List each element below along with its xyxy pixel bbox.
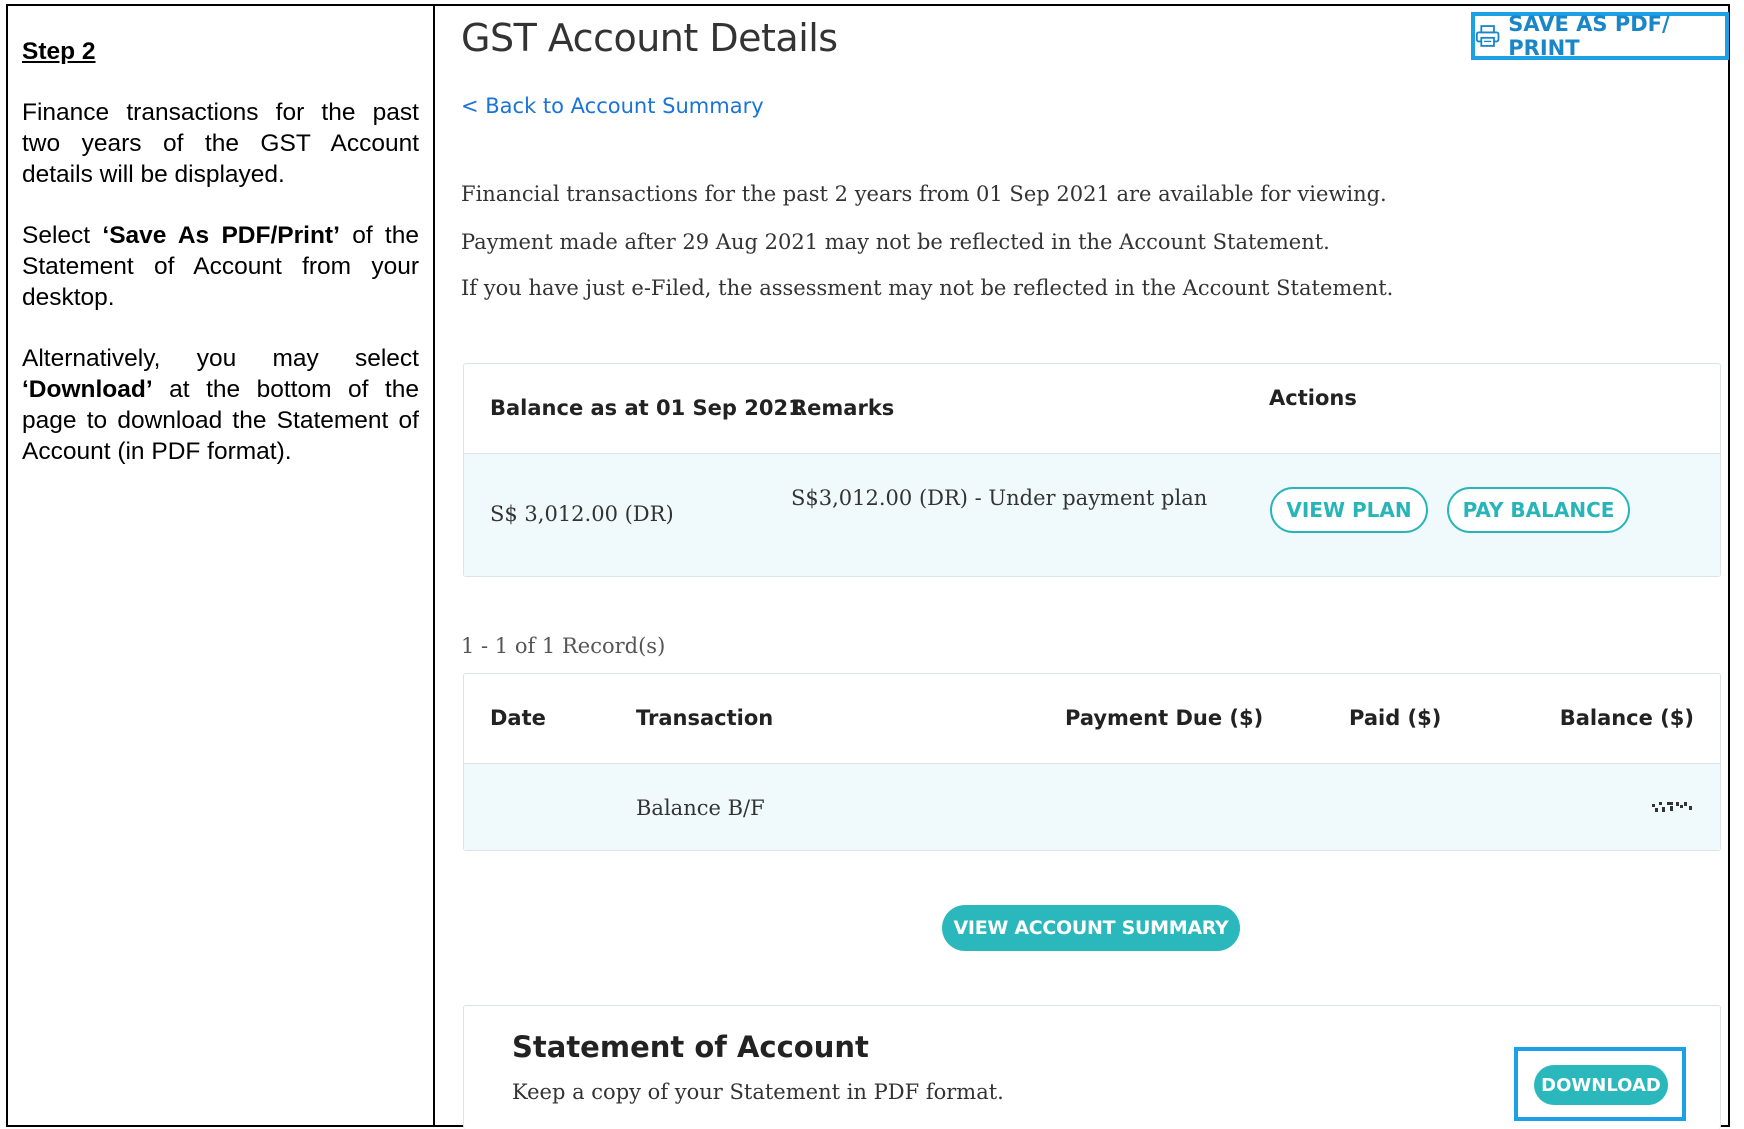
paid-column-header: Paid ($) [1349,706,1442,730]
balance-value: S$ 3,012.00 (DR) [490,502,674,526]
back-to-account-summary-link[interactable]: < Back to Account Summary [461,94,764,118]
download-button[interactable]: DOWNLOAD [1534,1065,1668,1105]
date-column-header: Date [490,706,546,730]
view-plan-button[interactable]: VIEW PLAN [1270,487,1428,533]
balance-column-header: Balance ($) [1559,706,1694,730]
info-line-3: If you have just e-Filed, the assessment… [461,276,1394,300]
instruction-paragraph-2: Select ‘Save As PDF/Print’ of the Statem… [22,220,419,313]
table-row: Balance B/F [464,764,1720,850]
step-heading: Step 2 [22,38,96,65]
remarks-column-header: Remarks [791,396,895,420]
instruction-text: Alternatively, you may select [22,345,419,372]
balance-amount-glyph [1652,802,1692,812]
info-line-1: Financial transactions for the past 2 ye… [461,182,1387,206]
balance-table-header: Balance as at 01 Sep 2021 Remarks Action… [464,364,1720,454]
transaction-column-header: Transaction [636,706,774,730]
statement-subtitle: Keep a copy of your Statement in PDF for… [512,1080,1004,1104]
instruction-paragraph-1: Finance transactions for the past two ye… [22,99,419,188]
screenshot-panel: GST Account Details SAVE AS PDF/ PRINT <… [435,6,1729,1129]
balance-card: Balance as at 01 Sep 2021 Remarks Action… [463,363,1721,577]
row-transaction: Balance B/F [636,796,765,820]
balance-table-row: S$ 3,012.00 (DR) S$3,012.00 (DR) - Under… [464,454,1720,576]
balance-column-header: Balance as at 01 Sep 2021 [490,396,803,420]
record-count: 1 - 1 of 1 Record(s) [461,634,666,658]
document-frame: Step 2 Finance transactions for the past… [6,4,1730,1129]
transactions-header: Date Transaction Payment Due ($) Paid ($… [464,674,1720,764]
view-account-summary-button[interactable]: VIEW ACCOUNT SUMMARY [942,905,1240,951]
save-as-pdf-label: SAVE AS PDF/ PRINT [1508,12,1670,60]
payment-due-column-header: Payment Due ($) [1065,706,1264,730]
actions-column-header: Actions [1269,386,1357,410]
instruction-column: Step 2 Finance transactions for the past… [22,36,419,497]
instruction-text: Select [22,222,103,249]
instruction-emphasis: ‘Download’ [22,376,153,403]
printer-icon [1475,25,1500,47]
info-line-2: Payment made after 29 Aug 2021 may not b… [461,230,1330,254]
instruction-emphasis: ‘Save As PDF/Print’ [102,222,340,249]
page-title: GST Account Details [461,16,838,60]
instruction-paragraph-3: Alternatively, you may select ‘Download’… [22,343,419,467]
pay-balance-button[interactable]: PAY BALANCE [1447,487,1630,533]
statement-card: Statement of Account Keep a copy of your… [463,1005,1721,1129]
remarks-value: S$3,012.00 (DR) - Under payment plan [791,486,1208,510]
transactions-card: Date Transaction Payment Due ($) Paid ($… [463,673,1721,851]
download-highlight-frame: DOWNLOAD [1514,1047,1686,1121]
statement-title: Statement of Account [512,1030,869,1064]
save-as-pdf-button[interactable]: SAVE AS PDF/ PRINT [1471,12,1729,60]
